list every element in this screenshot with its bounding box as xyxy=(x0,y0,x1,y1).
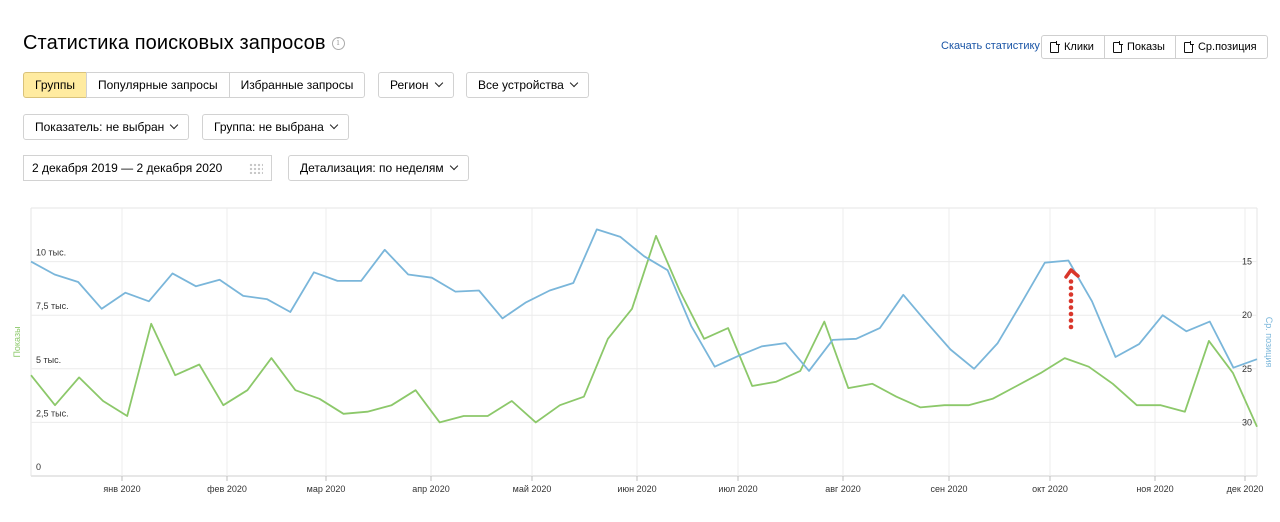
annotation-dot xyxy=(1068,311,1074,317)
y-left-tick-label: 7,5 тыс. xyxy=(36,301,69,311)
chart-grid xyxy=(30,207,1258,481)
y-axis-left-label: Показы xyxy=(12,326,22,357)
annotation-dot xyxy=(1068,285,1074,291)
y-right-tick-label: 20 xyxy=(1242,310,1252,320)
x-tick-label: сен 2020 xyxy=(931,484,968,494)
x-tick-label: мар 2020 xyxy=(307,484,346,494)
search-stats-chart: 02,5 тыс.5 тыс.7,5 тыс.10 тыс. 15202530 … xyxy=(12,207,1274,494)
y-axis-right-ticks: 15 20 25 30 xyxy=(1242,257,1252,428)
x-tick-label: окт 2020 xyxy=(1032,484,1068,494)
y-left-tick-label: 2,5 тыс. xyxy=(36,408,69,418)
chart-lines xyxy=(30,228,1258,428)
annotation-dot xyxy=(1068,292,1074,297)
annotation-dot xyxy=(1068,298,1074,304)
y-left-tick-label: 10 тыс. xyxy=(36,248,66,258)
x-tick-label: дек 2020 xyxy=(1227,484,1264,494)
x-tick-label: июн 2020 xyxy=(617,484,656,494)
x-tick-label: янв 2020 xyxy=(103,484,140,494)
x-axis-ticks: янв 2020 фев 2020 мар 2020 апр 2020 май 2020… xyxy=(103,484,1263,494)
y-right-tick-label: 25 xyxy=(1242,364,1252,374)
y-axis-left-ticks: 0 2,5 тыс. 5 тыс. 7,5 тыс. 10 тыс. xyxy=(36,248,69,472)
y-right-tick-label: 30 xyxy=(1242,417,1252,427)
x-tick-label: июл 2020 xyxy=(718,484,757,494)
chart-annotation xyxy=(1064,268,1080,330)
annotation-dot xyxy=(1068,318,1074,323)
annotation-dot xyxy=(1068,324,1074,330)
impressions-series-line xyxy=(30,234,1258,428)
y-left-tick-label: 5 тыс. xyxy=(36,355,61,365)
x-tick-label: май 2020 xyxy=(513,484,552,494)
x-tick-label: фев 2020 xyxy=(207,484,247,494)
y-right-tick-label: 15 xyxy=(1242,257,1252,267)
x-tick-label: апр 2020 xyxy=(412,484,449,494)
x-tick-label: ноя 2020 xyxy=(1136,484,1173,494)
annotation-dot xyxy=(1068,279,1074,284)
y-left-tick-label: 0 xyxy=(36,462,41,472)
y-axis-right-label: Ср. позиция xyxy=(1264,317,1274,368)
annotation-arrowhead xyxy=(1064,268,1080,279)
annotation-dot xyxy=(1068,305,1074,310)
x-tick-label: авг 2020 xyxy=(825,484,861,494)
